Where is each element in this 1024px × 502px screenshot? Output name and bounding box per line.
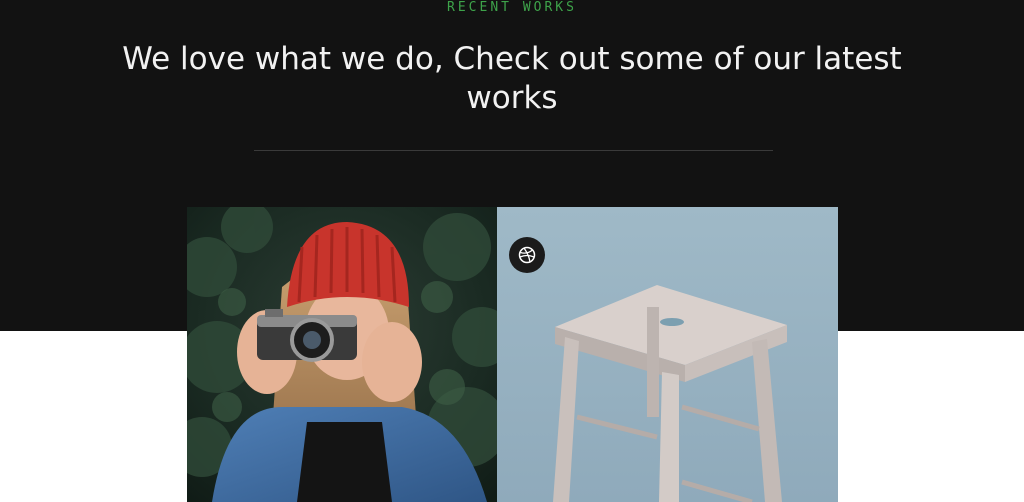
- stool-image: [497, 207, 838, 502]
- section-eyebrow: RECENT WORKS: [447, 0, 577, 15]
- section-divider: [254, 150, 773, 151]
- work-item-stool[interactable]: [497, 207, 838, 502]
- recent-works-section: RECENT WORKS We love what we do, Check o…: [0, 0, 1024, 502]
- work-item-photographer[interactable]: [187, 207, 497, 502]
- photographer-image: [187, 207, 497, 502]
- dribbble-glyph-icon: [518, 246, 536, 264]
- section-headline: We love what we do, Check out some of ou…: [122, 41, 902, 116]
- dribbble-icon[interactable]: [509, 237, 545, 273]
